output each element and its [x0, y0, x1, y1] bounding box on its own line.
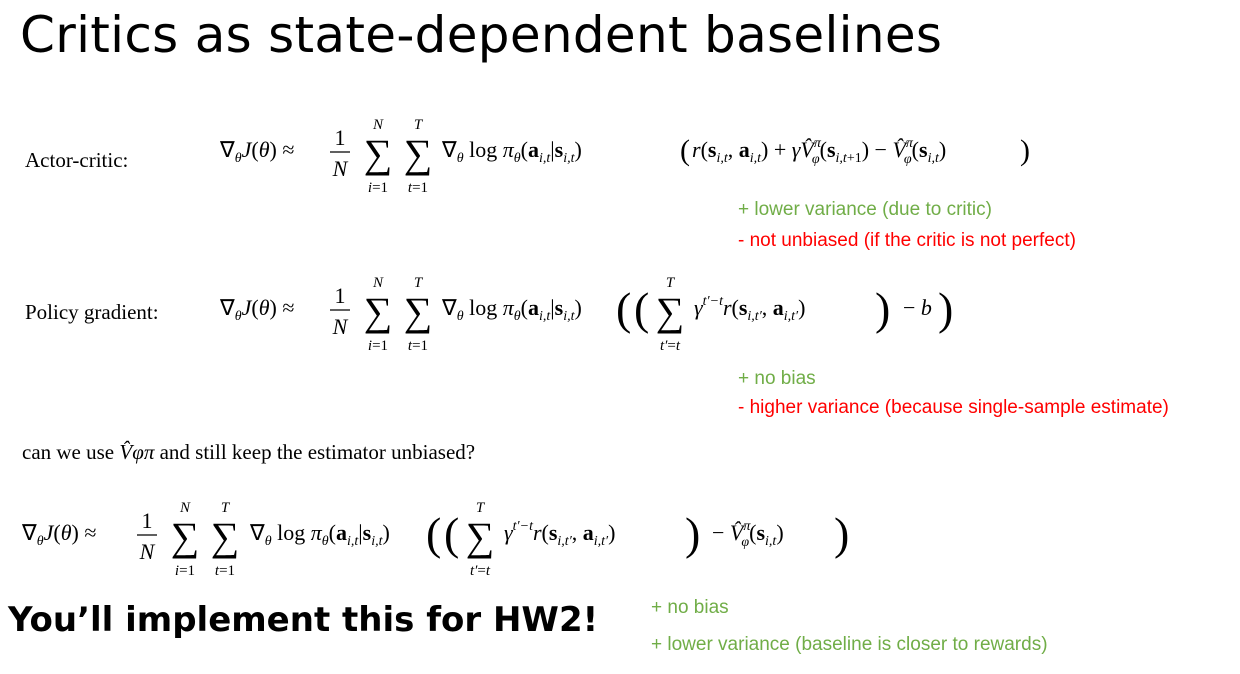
- homework-callout: You’ll implement this for HW2!: [8, 600, 599, 640]
- svg-text:): ): [685, 508, 700, 559]
- policy-gradient-label: Policy gradient:: [25, 300, 159, 324]
- actor-critic-con: - not unbiased (if the critic is not per…: [738, 230, 1076, 251]
- svg-text:∑: ∑: [171, 514, 200, 559]
- svg-text:(: (: [426, 508, 441, 559]
- page-title: Critics as state-dependent baselines: [20, 6, 943, 64]
- svg-text:(: (: [680, 134, 690, 167]
- svg-text:t=1: t=1: [408, 180, 428, 196]
- question-text: can we use V̂φπ and still keep the estim…: [22, 440, 475, 465]
- svg-text:∇θJ(θ) ≈: ∇θJ(θ) ≈: [21, 520, 96, 549]
- svg-text:∇θJ(θ) ≈: ∇θJ(θ) ≈: [219, 295, 294, 324]
- policy-gradient-formula: ∇θJ(θ) ≈ 1 N N ∑ i=1 T ∑ t=1 ∇θ log πθ(a…: [219, 275, 953, 354]
- svg-text:∑: ∑: [656, 289, 685, 334]
- svg-text:): ): [875, 283, 890, 334]
- svg-text:∇θ log πθ(ai,t|si,t): ∇θ log πθ(ai,t|si,t): [441, 137, 582, 166]
- svg-text:∑: ∑: [466, 514, 495, 559]
- svg-text:): ): [834, 508, 849, 559]
- final-pro-no-bias: + no bias: [651, 597, 729, 618]
- svg-text:− b: − b: [903, 295, 932, 320]
- svg-text:N: N: [332, 314, 349, 339]
- svg-text:1: 1: [335, 125, 346, 150]
- svg-text:i=1: i=1: [368, 338, 388, 354]
- svg-text:): ): [1020, 134, 1030, 167]
- actor-critic-equation: ∇θJ(θ) ≈ 1 N N ∑ i=1 T ∑ t=1 ∇θ log πθ(a…: [219, 112, 1050, 208]
- svg-text:1: 1: [142, 508, 153, 533]
- svg-text:∇θ log πθ(ai,t|si,t): ∇θ log πθ(ai,t|si,t): [249, 520, 390, 549]
- svg-text:γt′−tr(si,t′, ai,t′): γt′−tr(si,t′, ai,t′): [504, 519, 615, 549]
- policy-gradient-equation: ∇θJ(θ) ≈ 1 N N ∑ i=1 T ∑ t=1 ∇θ log πθ(a…: [219, 270, 980, 376]
- question-prefix: can we use: [22, 440, 115, 464]
- svg-text:t′=t: t′=t: [660, 338, 681, 354]
- svg-text:− V̂πφ(si,t): − V̂π φ(si,t): [712, 519, 784, 550]
- svg-text:i=1: i=1: [368, 180, 388, 196]
- final-equation: ∇θJ(θ) ≈ 1 N N ∑ i=1 T ∑ t=1 ∇θ log πθ(a…: [21, 495, 862, 601]
- actor-critic-pro: + lower variance (due to critic): [738, 199, 992, 220]
- svg-text:∑: ∑: [404, 289, 433, 334]
- svg-text:∇θJ(θ) ≈: ∇θJ(θ) ≈: [219, 137, 294, 166]
- svg-text:N: N: [332, 156, 349, 181]
- svg-text:1: 1: [335, 283, 346, 308]
- svg-text:i=1: i=1: [175, 563, 195, 579]
- question-suffix: and still keep the estimator unbiased?: [159, 440, 476, 464]
- svg-text:(: (: [634, 283, 649, 334]
- svg-text:r(si,t, ai,t) + γV̂πφ(si,t+1): r(si,t, ai,t) + γV̂π φ(si,t+1) − V̂π φ(si,…: [692, 136, 946, 167]
- policy-gradient-con: - higher variance (because single-sample…: [738, 397, 1169, 418]
- actor-critic-formula: ∇θJ(θ) ≈ 1 N N ∑ i=1 T ∑ t=1 ∇θ log πθ(a…: [219, 117, 1030, 196]
- svg-text:(: (: [444, 508, 459, 559]
- final-formula: ∇θJ(θ) ≈ 1 N N ∑ i=1 T ∑ t=1 ∇θ log πθ(a…: [21, 500, 849, 579]
- svg-text:(: (: [616, 283, 631, 334]
- svg-text:∑: ∑: [211, 514, 240, 559]
- svg-text:N: N: [139, 539, 156, 564]
- svg-text:): ): [938, 283, 953, 334]
- svg-text:∑: ∑: [364, 289, 393, 334]
- question-symbol: V̂φπ: [119, 440, 155, 464]
- svg-text:γt′−tr(si,t′, ai,t′): γt′−tr(si,t′, ai,t′): [694, 294, 805, 324]
- actor-critic-label: Actor-critic:: [25, 148, 129, 172]
- svg-text:∑: ∑: [364, 131, 393, 176]
- svg-text:t=1: t=1: [215, 563, 235, 579]
- svg-text:∑: ∑: [404, 131, 433, 176]
- final-pro-lower-variance: + lower variance (baseline is closer to …: [651, 634, 1048, 655]
- policy-gradient-pro: + no bias: [738, 368, 816, 389]
- svg-text:∇θ log πθ(ai,t|si,t): ∇θ log πθ(ai,t|si,t): [441, 295, 582, 324]
- svg-text:t=1: t=1: [408, 338, 428, 354]
- svg-text:t′=t: t′=t: [470, 563, 491, 579]
